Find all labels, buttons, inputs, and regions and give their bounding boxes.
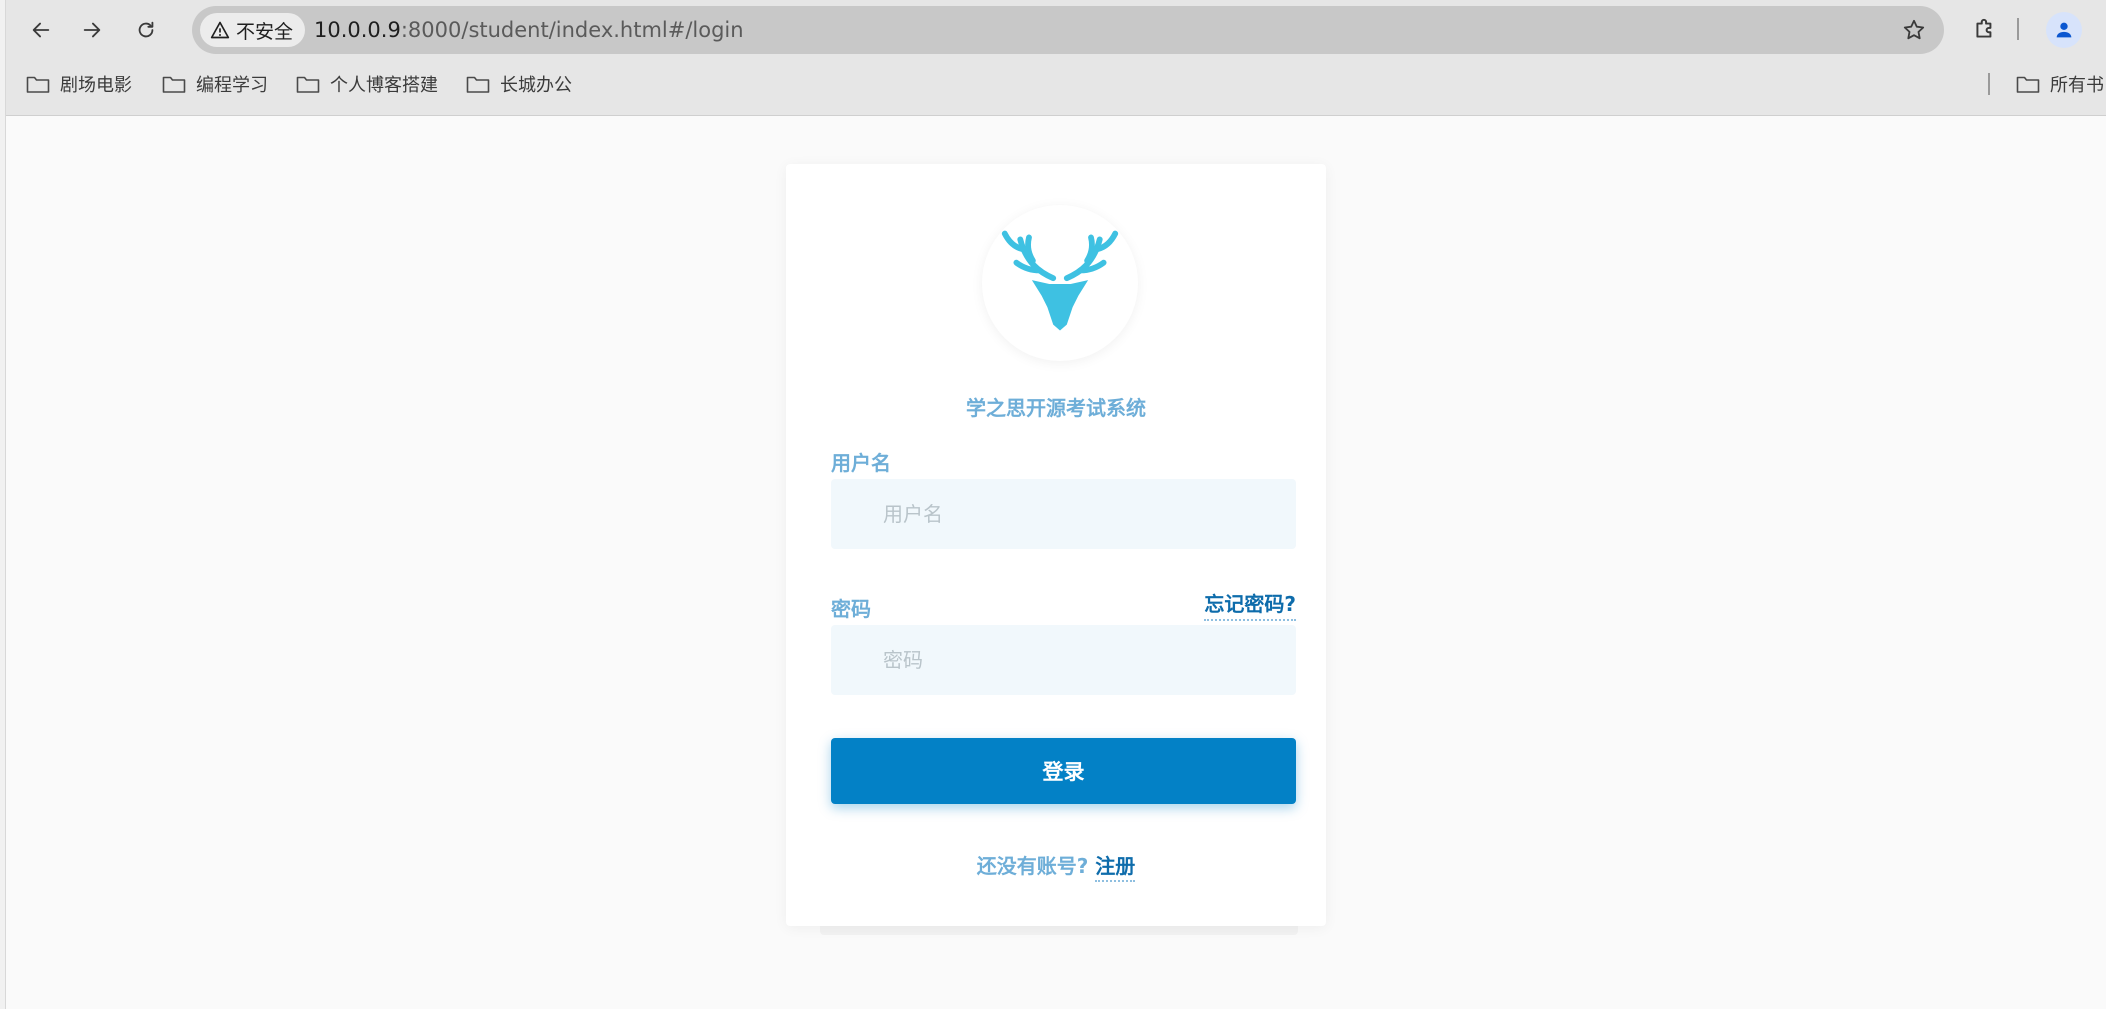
login-button[interactable]: 登录 bbox=[831, 738, 1296, 804]
browser-toolbar: 不安全 10.0.0.9:8000/student/index.html#/lo… bbox=[6, 0, 2106, 116]
security-label: 不安全 bbox=[236, 20, 294, 43]
bookmark-label: 编程学习 bbox=[196, 75, 268, 96]
arrow-left-icon bbox=[32, 22, 50, 38]
register-line: 还没有账号? 注册 bbox=[786, 850, 1326, 882]
deer-head-icon bbox=[1001, 230, 1119, 331]
bookmark-star-icon[interactable] bbox=[1902, 18, 1926, 42]
bookmarks-divider bbox=[1988, 73, 1990, 95]
all-bookmarks-folder[interactable]: 所有书 bbox=[2016, 66, 2104, 102]
url-host: 10.0.0.9 bbox=[314, 18, 401, 42]
back-button[interactable] bbox=[22, 11, 60, 49]
bookmark-folder-programming[interactable]: 编程学习 bbox=[162, 66, 268, 102]
bookmark-label: 剧场电影 bbox=[60, 75, 132, 96]
folder-icon bbox=[466, 76, 490, 93]
puzzle-icon bbox=[1976, 18, 1992, 38]
folder-icon bbox=[162, 76, 186, 93]
bookmark-label: 长城办公 bbox=[500, 75, 572, 96]
bookmark-folder-blog[interactable]: 个人博客搭建 bbox=[296, 66, 438, 102]
forgot-password-link[interactable]: 忘记密码? bbox=[1204, 588, 1296, 621]
system-title: 学之思开源考试系统 bbox=[966, 396, 1146, 420]
password-label: 密码 bbox=[831, 597, 871, 621]
password-input[interactable] bbox=[831, 625, 1296, 695]
toolbar-divider bbox=[2017, 18, 2019, 40]
username-input[interactable] bbox=[831, 479, 1296, 549]
address-bar[interactable]: 不安全 10.0.0.9:8000/student/index.html#/lo… bbox=[192, 6, 1944, 54]
bookmark-label: 个人博客搭建 bbox=[330, 75, 438, 96]
bookmark-label: 所有书 bbox=[2050, 75, 2104, 96]
profile-button[interactable] bbox=[2046, 12, 2082, 48]
register-link[interactable]: 注册 bbox=[1095, 854, 1136, 882]
folder-icon bbox=[2016, 76, 2040, 93]
reload-icon bbox=[138, 21, 154, 38]
bookmark-folder-office[interactable]: 长城办公 bbox=[466, 66, 572, 102]
username-label: 用户名 bbox=[831, 451, 891, 475]
arrow-right-icon bbox=[83, 22, 101, 38]
register-prompt: 还没有账号? bbox=[976, 854, 1089, 878]
user-icon bbox=[2056, 22, 2072, 38]
reload-button[interactable] bbox=[127, 11, 165, 49]
url-path: :8000/student/index.html#/login bbox=[400, 18, 744, 42]
extensions-button[interactable] bbox=[1968, 12, 2002, 46]
security-indicator[interactable]: 不安全 bbox=[200, 13, 306, 47]
warning-triangle-icon bbox=[210, 21, 230, 39]
folder-icon bbox=[26, 76, 50, 93]
folder-icon bbox=[296, 76, 320, 93]
url-text[interactable]: 10.0.0.9:8000/student/index.html#/login bbox=[314, 6, 744, 54]
forward-button[interactable] bbox=[73, 11, 111, 49]
bookmark-folder-theater[interactable]: 剧场电影 bbox=[26, 66, 132, 102]
logo-badge bbox=[982, 205, 1138, 361]
